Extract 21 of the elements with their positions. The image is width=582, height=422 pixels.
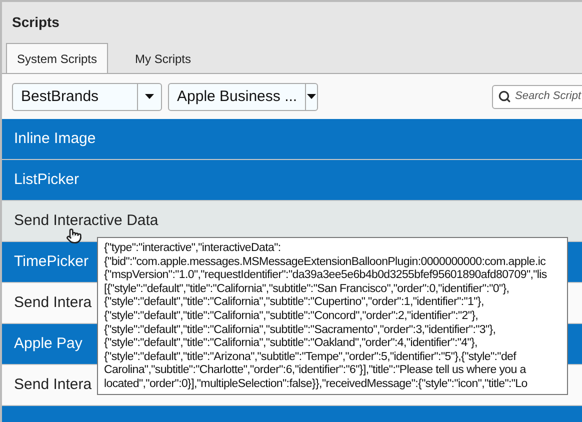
script-label: Send Interactive Data: [14, 210, 158, 231]
script-label: TimePicker: [14, 252, 88, 272]
tooltip-line: {"type":"interactive","interactiveData":: [104, 242, 281, 256]
script-label: Apple Pay: [14, 334, 82, 354]
tooltip-line: {"style":"default","title":"California","subtitle":"Cupertino","order":1,"identifier":"1"},: [104, 296, 484, 310]
dropdown-value: BestBrands: [20, 86, 100, 106]
tooltip-line: {"mspVersion":"1.0","requestIdentifier":"da39a3ee5e6b4b0d3255bfef95601890afd80709","lis: [104, 269, 547, 283]
tooltip-line: {"style":"default","title":"California","subtitle":"Oakland","order":4,"identifier":"4"},: [104, 337, 478, 351]
script-label: Inline Image: [14, 128, 96, 149]
tooltip-line: [{"style":"default","title":"California","subtitle":"San Francisco","order":0,"identifier":"0"},: [104, 282, 510, 296]
tooltip-line: {"style":"default","title":"California","subtitle":"Concord","order":2,"identifier":"2"},: [104, 310, 478, 324]
panel-title: Scripts: [12, 14, 60, 30]
script-label: ListPicker: [14, 170, 80, 190]
script-label: Send Intera: [14, 292, 92, 313]
tooltip-line: {"bid":"com.apple.messages.MSMessageExtensionBalloonPlugin:0000000000:com.apple.ic: [104, 256, 546, 270]
tooltip-line: located","order":0}],"multipleSelection":false}},"receivedMessage":{"style":"icon","title":"Lo: [104, 378, 528, 392]
dropdown-value: Apple Business ...: [176, 86, 298, 106]
tooltip-line: {"style":"default","title":"California","subtitle":"Sacramento","order":3,"identifier":"3"},: [104, 324, 496, 338]
tooltip-line: {"style":"default","title":"Arizona","subtitle":"Tempe","order":5,"identifier":"5"},{"style":"def: [104, 350, 516, 364]
script-label: Send Intera: [14, 374, 92, 395]
tooltip-line: Carolina","subtitle":"Charlotte","order":6,"identifier":"6"}],"title":"Please tell us where you a: [104, 364, 526, 378]
